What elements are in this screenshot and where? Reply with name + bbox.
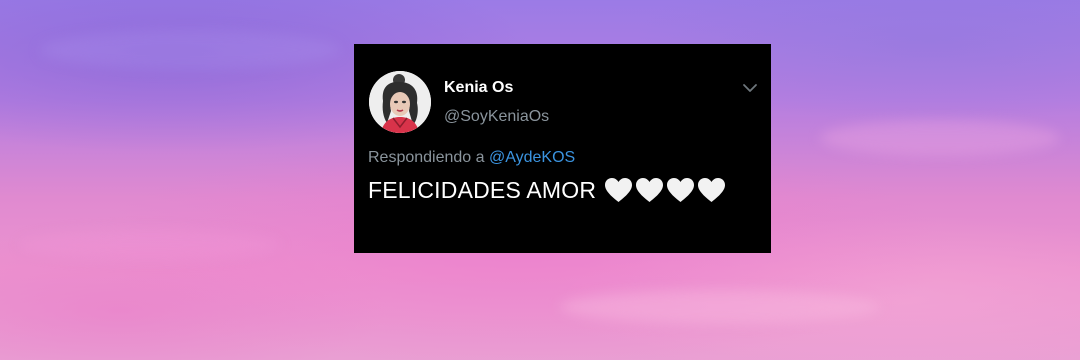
reply-context: Respondiendo a @AydeKOS [368, 149, 575, 167]
tweet-body: FELICIDADES AMOR [368, 177, 726, 204]
background-cloud [40, 30, 340, 70]
tweet-card[interactable]: Kenia Os @SoyKeniaOs Respondiendo a @Ayd… [354, 44, 771, 253]
background-cloud [20, 230, 280, 260]
background-cloud [560, 290, 880, 324]
white-heart-icon [667, 178, 695, 202]
avatar[interactable] [369, 71, 431, 133]
white-heart-icon [698, 178, 726, 202]
white-heart-icon [605, 178, 633, 202]
profile-photo [369, 71, 431, 133]
chevron-down-icon[interactable] [742, 82, 758, 94]
reply-prefix: Respondiendo a [368, 149, 485, 166]
reply-mention-link[interactable]: @AydeKOS [489, 149, 575, 166]
user-handle[interactable]: @SoyKeniaOs [444, 108, 549, 126]
emoji-group [604, 177, 726, 204]
white-heart-icon [636, 178, 664, 202]
display-name[interactable]: Kenia Os [444, 79, 513, 97]
tweet-text: FELICIDADES AMOR [368, 177, 597, 203]
background-cloud [820, 120, 1060, 156]
